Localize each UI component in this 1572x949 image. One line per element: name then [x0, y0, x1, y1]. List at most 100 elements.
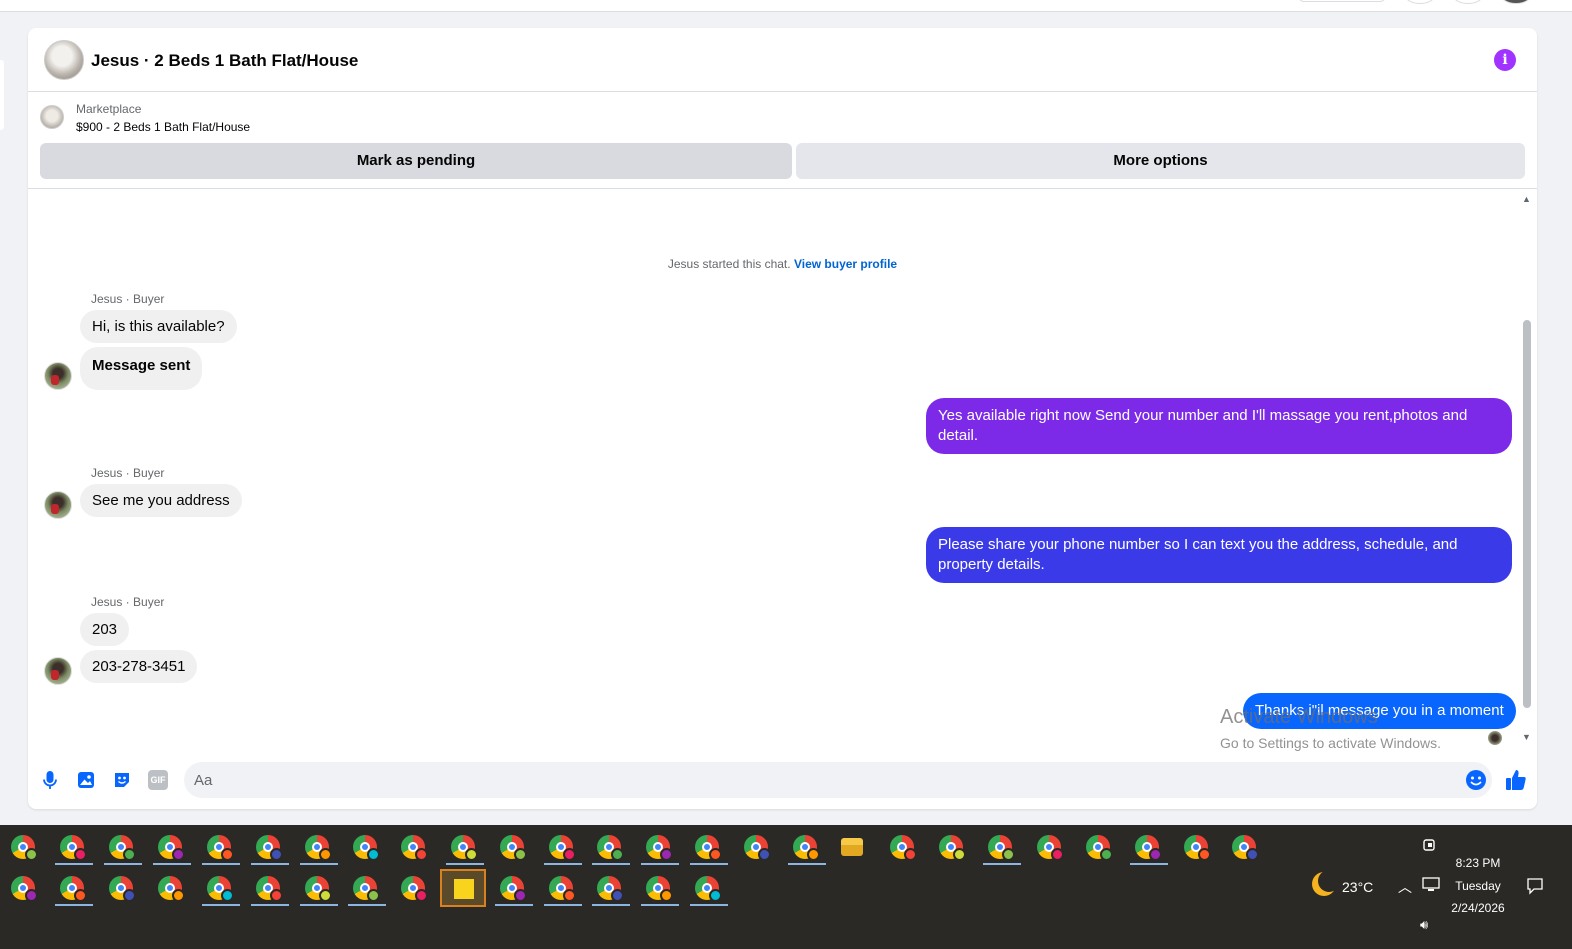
buyer-avatar[interactable] — [44, 491, 72, 519]
chrome-profile-taskbar-icon[interactable] — [207, 835, 234, 861]
listing-price-title[interactable]: $900 - 2 Beds 1 Bath Flat/House — [76, 120, 250, 134]
taskbar-running-indicator — [104, 863, 142, 865]
profile-avatar[interactable] — [1500, 0, 1532, 4]
chrome-profile-taskbar-icon[interactable] — [500, 876, 527, 902]
utility-taskbar-icon[interactable] — [597, 835, 624, 861]
chrome-profile-taskbar-icon[interactable] — [1086, 835, 1113, 861]
chrome-profile-taskbar-icon[interactable] — [695, 876, 722, 902]
incoming-message[interactable]: Message sent — [80, 347, 203, 390]
chrome-profile-taskbar-icon[interactable] — [549, 876, 576, 902]
chrome-profile-taskbar-icon[interactable] — [158, 876, 185, 902]
file-explorer-taskbar-icon[interactable] — [841, 838, 863, 856]
taskbar-running-indicator — [788, 863, 826, 865]
buyer-avatar[interactable] — [44, 362, 72, 390]
taskbar-running-indicator — [300, 904, 338, 906]
chrome-profile-taskbar-icon[interactable] — [256, 876, 283, 902]
outgoing-message[interactable]: Thanks i"il message you in a moment — [1243, 693, 1516, 729]
chrome-profile-taskbar-icon[interactable] — [60, 835, 87, 861]
taskbar-running-indicator — [641, 904, 679, 906]
chrome-profile-taskbar-icon[interactable] — [401, 876, 428, 902]
taskbar-running-indicator — [446, 863, 484, 865]
show-hidden-icons-chevron-icon[interactable]: ︿ — [1398, 877, 1412, 897]
sticker-icon[interactable] — [112, 770, 132, 790]
taskbar-running-indicator — [55, 904, 93, 906]
chat-title[interactable]: Jesus · 2 Beds 1 Bath Flat/House — [91, 51, 358, 71]
chrome-profile-taskbar-icon[interactable] — [11, 835, 38, 861]
sticky-notes-taskbar-icon[interactable] — [440, 869, 486, 907]
chrome-profile-taskbar-icon[interactable] — [1232, 835, 1259, 861]
info-icon[interactable]: i — [1494, 49, 1516, 71]
chrome-profile-taskbar-icon[interactable] — [11, 876, 38, 902]
chrome-profile-taskbar-icon[interactable] — [549, 835, 576, 861]
clock-date[interactable]: 2/24/2026 — [1448, 901, 1508, 915]
chrome-profile-taskbar-icon[interactable] — [695, 835, 722, 861]
incoming-message[interactable]: 203-278-3451 — [80, 650, 198, 683]
chrome-profile-taskbar-icon[interactable] — [890, 835, 917, 861]
message-input[interactable] — [184, 762, 1492, 798]
taskbar-running-indicator — [641, 863, 679, 865]
thread-scrollbar[interactable]: ▲ ▼ — [1520, 194, 1534, 750]
top-pill-button[interactable] — [1298, 0, 1386, 2]
taskbar-running-indicator — [202, 904, 240, 906]
sidebar-accent — [0, 60, 4, 130]
chrome-profile-taskbar-icon[interactable] — [500, 835, 527, 861]
chrome-profile-taskbar-icon[interactable] — [207, 876, 234, 902]
network-icon[interactable] — [1422, 877, 1440, 893]
chrome-profile-taskbar-icon[interactable] — [1037, 835, 1064, 861]
view-buyer-profile-link[interactable]: View buyer profile — [794, 257, 897, 271]
chrome-profile-taskbar-icon[interactable] — [939, 835, 966, 861]
listing-thumbnail[interactable] — [40, 105, 64, 129]
chrome-profile-taskbar-icon[interactable] — [60, 876, 87, 902]
gif-icon[interactable]: GIF — [148, 770, 168, 790]
moon-weather-icon[interactable] — [1312, 870, 1340, 896]
thumbs-up-icon[interactable] — [1504, 768, 1528, 792]
listing-banner: Marketplace $900 - 2 Beds 1 Bath Flat/Ho… — [28, 93, 1537, 189]
notification-center-icon[interactable] — [1526, 877, 1544, 895]
mark-as-pending-button[interactable]: Mark as pending — [40, 143, 792, 179]
chrome-profile-taskbar-icon[interactable] — [353, 876, 380, 902]
taskbar-running-indicator — [544, 863, 582, 865]
scroll-down-arrow-icon[interactable]: ▼ — [1522, 732, 1531, 742]
outgoing-message[interactable]: Please share your phone number so I can … — [926, 527, 1512, 583]
volume-icon[interactable]: 🔊︎ — [1420, 917, 1428, 933]
incoming-message[interactable]: See me you address — [80, 484, 242, 517]
chrome-profile-taskbar-icon[interactable] — [158, 835, 185, 861]
incoming-message[interactable]: 203 — [80, 613, 130, 646]
taskbar-running-indicator — [251, 904, 289, 906]
more-options-button[interactable]: More options — [796, 143, 1525, 179]
outgoing-message[interactable]: Yes available right now Send your number… — [926, 398, 1512, 454]
chrome-profile-taskbar-icon[interactable] — [353, 835, 380, 861]
weather-temperature[interactable]: 23°C — [1342, 879, 1373, 895]
top-circle-button[interactable] — [1404, 0, 1436, 4]
clock-time[interactable]: 8:23 PM — [1448, 856, 1508, 870]
clock-day[interactable]: Tuesday — [1448, 879, 1508, 893]
taskbar-running-indicator — [983, 863, 1021, 865]
chrome-profile-taskbar-icon[interactable] — [1135, 835, 1162, 861]
listing-avatar[interactable] — [44, 40, 84, 80]
chrome-profile-taskbar-icon[interactable] — [305, 835, 332, 861]
incoming-message[interactable]: Hi, is this available? — [80, 310, 237, 343]
chrome-profile-taskbar-icon[interactable] — [256, 835, 283, 861]
chrome-profile-taskbar-icon[interactable] — [401, 835, 428, 861]
chrome-profile-taskbar-icon[interactable] — [988, 835, 1015, 861]
taskbar-running-indicator — [348, 904, 386, 906]
microphone-icon[interactable] — [40, 770, 60, 790]
camera-tray-icon[interactable] — [1422, 837, 1438, 853]
buyer-avatar[interactable] — [44, 657, 72, 685]
scrollbar-thumb[interactable] — [1523, 320, 1531, 708]
scroll-up-arrow-icon[interactable]: ▲ — [1522, 194, 1531, 204]
chrome-profile-taskbar-icon[interactable] — [597, 876, 624, 902]
chrome-profile-taskbar-icon[interactable] — [305, 876, 332, 902]
taskbar-running-indicator — [544, 904, 582, 906]
chrome-profile-taskbar-icon[interactable] — [646, 876, 673, 902]
photo-icon[interactable] — [76, 770, 96, 790]
chrome-profile-taskbar-icon[interactable] — [451, 835, 478, 861]
chrome-profile-taskbar-icon[interactable] — [109, 876, 136, 902]
top-circle-button[interactable] — [1452, 0, 1484, 4]
chrome-profile-taskbar-icon[interactable] — [109, 835, 136, 861]
chrome-profile-taskbar-icon[interactable] — [793, 835, 820, 861]
chrome-profile-taskbar-icon[interactable] — [1184, 835, 1211, 861]
emoji-icon[interactable] — [1465, 769, 1487, 791]
chrome-profile-taskbar-icon[interactable] — [646, 835, 673, 861]
chrome-profile-taskbar-icon[interactable] — [744, 835, 771, 861]
